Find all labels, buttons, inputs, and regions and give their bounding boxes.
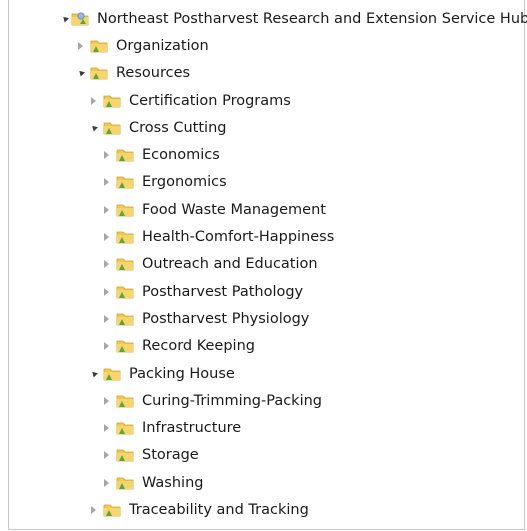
folder-icon	[90, 40, 108, 53]
folder-icon	[116, 204, 134, 217]
expand-arrow-icon[interactable]	[100, 231, 112, 243]
collapse-arrow-icon[interactable]	[61, 13, 67, 25]
tree-node-label: Packing House	[129, 365, 235, 382]
folder-icon	[116, 395, 134, 408]
tree-node-label: Infrastructure	[142, 420, 242, 437]
tree-node-ergonomics[interactable]: Ergonomics	[9, 169, 524, 196]
expand-arrow-icon[interactable]	[100, 422, 112, 434]
folder-icon	[116, 149, 134, 162]
tree-node-postharvest-physiology[interactable]: Postharvest Physiology	[9, 305, 524, 332]
tree-node-label: Cross Cutting	[129, 119, 227, 136]
expand-arrow-icon[interactable]	[100, 340, 112, 352]
tree-node-label: Postharvest Physiology	[142, 310, 310, 327]
tree-node-label: Food Waste Management	[142, 201, 326, 218]
folder-icon	[103, 504, 121, 517]
folder-icon	[116, 340, 134, 353]
folder-icon	[103, 368, 121, 380]
tree-node-certification-programs[interactable]: Certification Programs	[9, 87, 524, 114]
tree-node-economics[interactable]: Economics	[9, 141, 524, 168]
tree-node-traceability-and-tracking[interactable]: Traceability and Tracking	[9, 496, 524, 523]
folder-icon	[116, 177, 134, 189]
expand-arrow-icon[interactable]	[100, 204, 112, 216]
tree-node-label: Organization	[116, 37, 209, 54]
tree-node-label: Storage	[142, 447, 199, 464]
expand-arrow-icon[interactable]	[87, 95, 99, 107]
expand-arrow-icon[interactable]	[100, 286, 112, 298]
folder-icon	[103, 95, 121, 107]
tree-node-label: Record Keeping	[142, 338, 255, 355]
expand-arrow-icon[interactable]	[100, 258, 112, 270]
tree-node-label: Washing	[142, 474, 204, 491]
expand-arrow-icon[interactable]	[74, 40, 86, 52]
expand-arrow-icon[interactable]	[87, 504, 99, 516]
folder-icon	[116, 449, 134, 462]
tree-node-storage[interactable]: Storage	[9, 442, 524, 469]
expand-arrow-icon[interactable]	[100, 477, 112, 489]
folder-icon	[116, 286, 134, 299]
tree-node-label: Certification Programs	[129, 92, 291, 109]
tree-node-record-keeping[interactable]: Record Keeping	[9, 333, 524, 360]
folder-icon	[116, 231, 134, 244]
tree-node-label: Economics	[142, 147, 220, 164]
tree-node-label: Postharvest Pathology	[142, 283, 304, 300]
expand-arrow-icon[interactable]	[100, 176, 112, 188]
expand-arrow-icon[interactable]	[100, 149, 112, 161]
tree-node-washing[interactable]: Washing	[9, 469, 524, 496]
tree-node-root[interactable]: Northeast Postharvest Research and Exten…	[9, 5, 527, 32]
tree-node-label: Outreach and Education	[142, 256, 318, 273]
tree-node-postharvest-pathology[interactable]: Postharvest Pathology	[9, 278, 524, 305]
tree-node-label: Health-Comfort-Happiness	[142, 229, 335, 246]
tree-node-infrastructure[interactable]: Infrastructure	[9, 414, 524, 441]
tree-node-packing-house[interactable]: Packing House	[9, 360, 524, 387]
tree-node-label: Ergonomics	[142, 174, 227, 191]
tree-panel: Northeast Postharvest Research and Exten…	[8, 0, 527, 530]
tree-node-label: Northeast Postharvest Research and Exten…	[97, 10, 527, 27]
tree-node-health-comfort-happiness[interactable]: Health-Comfort-Happiness	[9, 223, 524, 250]
folder-icon	[116, 422, 134, 435]
tree-node-label: Curing-Trimming-Packing	[142, 392, 322, 409]
expand-arrow-icon[interactable]	[100, 449, 112, 461]
tree-node-label: Resources	[116, 65, 191, 82]
site-folder-icon	[71, 12, 89, 26]
collapse-arrow-icon[interactable]	[87, 122, 99, 134]
tree-node-resources[interactable]: Resources	[9, 60, 524, 87]
collapse-arrow-icon[interactable]	[87, 368, 99, 380]
folder-icon	[90, 67, 108, 80]
folder-tree: Northeast Postharvest Research and Exten…	[9, 5, 527, 524]
expand-arrow-icon[interactable]	[100, 395, 112, 407]
tree-node-label: Traceability and Tracking	[129, 501, 309, 518]
collapse-arrow-icon[interactable]	[74, 67, 86, 79]
folder-icon	[116, 477, 134, 490]
folder-icon	[103, 122, 121, 135]
tree-node-food-waste-management[interactable]: Food Waste Management	[9, 196, 524, 223]
tree-node-cross-cutting[interactable]: Cross Cutting	[9, 114, 524, 141]
tree-node-organization[interactable]: Organization	[9, 32, 524, 59]
tree-node-outreach-and-education[interactable]: Outreach and Education	[9, 251, 524, 278]
tree-node-curing-trimming-packing[interactable]: Curing-Trimming-Packing	[9, 387, 524, 414]
folder-icon	[116, 258, 134, 271]
expand-arrow-icon[interactable]	[100, 313, 112, 325]
folder-icon	[116, 313, 134, 326]
